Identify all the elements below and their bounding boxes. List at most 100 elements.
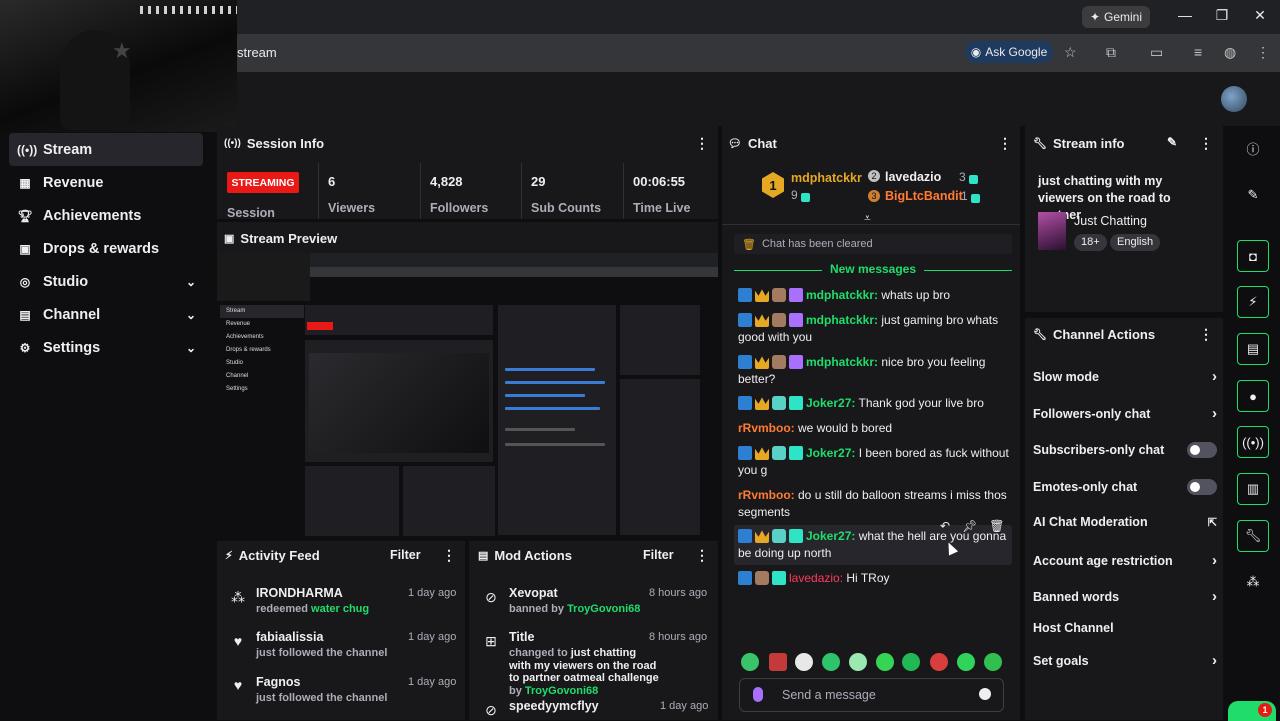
notes-icon[interactable]: ▤ — [1237, 333, 1269, 365]
channel-icon: ▤ — [19, 307, 31, 322]
sidebar-item-settings[interactable]: ⚙ Settings ⌄ — [0, 331, 204, 364]
sidebar-item-channel[interactable]: ▤ Channel ⌄ — [0, 298, 204, 331]
google-lens-icon: ◉ — [970, 45, 982, 59]
info-icon[interactable]: ⓘ — [1237, 132, 1269, 164]
pin-icon[interactable]: 📌︎ — [962, 519, 977, 533]
extensions-icon[interactable]: ⧉ — [1106, 44, 1116, 61]
emote-icon[interactable] — [876, 653, 894, 671]
activity-filter-button[interactable]: Filter — [390, 548, 421, 562]
sidebar-item-stream[interactable]: ((•)) Stream — [9, 133, 203, 166]
reply-icon[interactable]: ↶ — [940, 519, 950, 533]
emote-icon[interactable] — [849, 653, 867, 671]
close-window-button[interactable]: ✕ — [1250, 7, 1270, 24]
slow-mode-row[interactable]: Slow mode › — [1033, 368, 1217, 385]
set-goals-row[interactable]: Set goals › — [1033, 652, 1217, 669]
viewers-count: 6 — [328, 174, 336, 189]
subscribers-only-toggle[interactable] — [1187, 442, 1217, 458]
host-channel-row[interactable]: Host Channel — [1033, 621, 1217, 635]
chat-menu-icon[interactable]: ⋮ — [998, 135, 1012, 152]
lightning-icon[interactable]: ⚡︎ — [1237, 286, 1269, 318]
chat-message[interactable]: rRvmboo: we would b bored — [738, 420, 1010, 437]
bookmark-star-icon[interactable]: ☆ — [1064, 44, 1077, 61]
edit-icon[interactable]: ✎ — [1237, 179, 1269, 211]
emotes-only-row: Emotes-only chat — [1033, 479, 1217, 495]
maximize-button[interactable]: ❐ — [1212, 7, 1232, 24]
ai-chat-moderation-row[interactable]: AI Chat Moderation ⇱ — [1033, 515, 1217, 529]
emotes-only-toggle[interactable] — [1187, 479, 1217, 495]
broadcast-icon[interactable]: ((•)) — [1237, 426, 1269, 458]
cast-icon[interactable]: ▭ — [1150, 44, 1163, 61]
url-text[interactable]: stream — [237, 45, 277, 60]
profile-icon[interactable]: ◍ — [1224, 44, 1236, 61]
delete-icon[interactable]: 🗑︎ — [989, 519, 1004, 533]
share-icon[interactable]: ⁂ — [1237, 566, 1269, 598]
emote-icon[interactable] — [957, 653, 975, 671]
clip-icon[interactable]: ◘ — [1237, 240, 1269, 272]
banned-words-row[interactable]: Banned words › — [1033, 588, 1217, 605]
stream-preview-video[interactable]: Stream Revenue Achievements Drops & rewards… — [217, 253, 718, 538]
crown-badge-icon — [755, 314, 769, 327]
ask-google-button[interactable]: ◉ Ask Google — [965, 41, 1053, 63]
activity-item[interactable]: IRONDHARMA redeemed water chug — [256, 586, 369, 615]
stream-info-menu-icon[interactable]: ⋮ — [1199, 135, 1213, 152]
mod-menu-icon[interactable]: ⋮ — [695, 547, 709, 564]
mod-action-item[interactable]: speedyymcflyy — [509, 699, 659, 713]
chat-message[interactable]: lavedazio: Hi TRoy — [738, 570, 1010, 587]
mod-action-item[interactable]: Title changed to just chatting with my v… — [509, 630, 659, 697]
sidebar-item-drops[interactable]: ▣ Drops & rewards — [0, 232, 204, 265]
media-icon[interactable]: ≡ — [1194, 44, 1202, 60]
emote-icon[interactable] — [822, 653, 840, 671]
microphone-icon[interactable] — [753, 687, 763, 702]
layout-icon[interactable]: ▥ — [1237, 473, 1269, 505]
activity-menu-icon[interactable]: ⋮ — [442, 547, 456, 564]
chat-bubble-icon[interactable]: ● — [1237, 380, 1269, 412]
edit-pencil-icon[interactable]: ✎ — [1167, 135, 1177, 149]
sidebar-item-revenue[interactable]: ▦ Revenue — [0, 166, 204, 199]
channel-actions-menu-icon[interactable]: ⋮ — [1199, 326, 1213, 343]
chevron-down-icon: ⌄ — [185, 307, 196, 322]
emote-icon[interactable] — [795, 653, 813, 671]
activity-feed-title: ⚡︎ Activity Feed — [225, 548, 320, 563]
leader-1-name[interactable]: mdphatckkr — [791, 171, 862, 185]
wrench-icon[interactable]: 🔧︎ — [1237, 520, 1269, 552]
emote-icon[interactable] — [741, 653, 759, 671]
chat-input[interactable]: Send a message — [739, 678, 1004, 712]
tag-badge[interactable]: 18+ — [1074, 234, 1107, 251]
chat-message[interactable]: mdphatckkr: whats up bro — [738, 287, 1010, 304]
mod-filter-button[interactable]: Filter — [643, 548, 674, 562]
new-messages-divider: New messages — [734, 262, 1012, 278]
gemini-button[interactable]: ✦ Gemini — [1082, 6, 1150, 28]
session-label: Session — [227, 206, 275, 220]
emote-icon[interactable] — [769, 653, 787, 671]
leader-3-name[interactable]: BigLtcBandit — [885, 189, 963, 203]
sidebar: ((•)) Stream ▦ Revenue 🏆︎ Achievements ▣ Dro… — [0, 132, 216, 720]
tag-badge[interactable]: English — [1110, 234, 1161, 251]
chat-message[interactable]: Joker27: I been bored as fuck without yo… — [738, 445, 1010, 478]
notification-count-badge: 1 — [1258, 703, 1272, 717]
chat-message[interactable]: mdphatckkr: just gaming bro whats good w… — [738, 312, 1010, 345]
sidebar-item-studio[interactable]: ◎ Studio ⌄ — [0, 265, 204, 298]
followers-only-row[interactable]: Followers-only chat › — [1033, 405, 1217, 422]
activity-item[interactable]: Fagnos just followed the channel — [256, 675, 387, 704]
emote-icon[interactable] — [930, 653, 948, 671]
session-menu-icon[interactable]: ⋮ — [695, 135, 709, 152]
browser-menu-icon[interactable]: ⋮ — [1256, 44, 1270, 61]
minimize-button[interactable]: — — [1175, 7, 1195, 23]
account-age-row[interactable]: Account age restriction › — [1033, 552, 1217, 569]
chat-message[interactable]: mdphatckkr: nice bro you feeling better? — [738, 354, 1010, 387]
sub-badge-icon — [772, 396, 786, 410]
category-box-art[interactable] — [1038, 212, 1066, 250]
category-name[interactable]: Just Chatting — [1074, 214, 1147, 228]
emote-icon[interactable] — [902, 653, 920, 671]
gift-sub-badge-icon — [772, 571, 786, 585]
chat-title: 💬︎ Chat — [728, 136, 777, 151]
emote-icon[interactable] — [984, 653, 1002, 671]
emoji-picker-icon[interactable] — [979, 688, 991, 700]
title-change-icon: ⊞ — [485, 633, 497, 649]
leader-2-name[interactable]: lavedazio — [885, 170, 941, 184]
activity-item[interactable]: fabiaalissia just followed the channel — [256, 630, 387, 659]
studio-icon: ◎ — [19, 274, 31, 289]
sidebar-item-achievements[interactable]: 🏆︎ Achievements — [0, 199, 204, 232]
chat-message[interactable]: Joker27: Thank god your live bro — [738, 395, 1010, 412]
user-avatar[interactable] — [1221, 86, 1247, 112]
